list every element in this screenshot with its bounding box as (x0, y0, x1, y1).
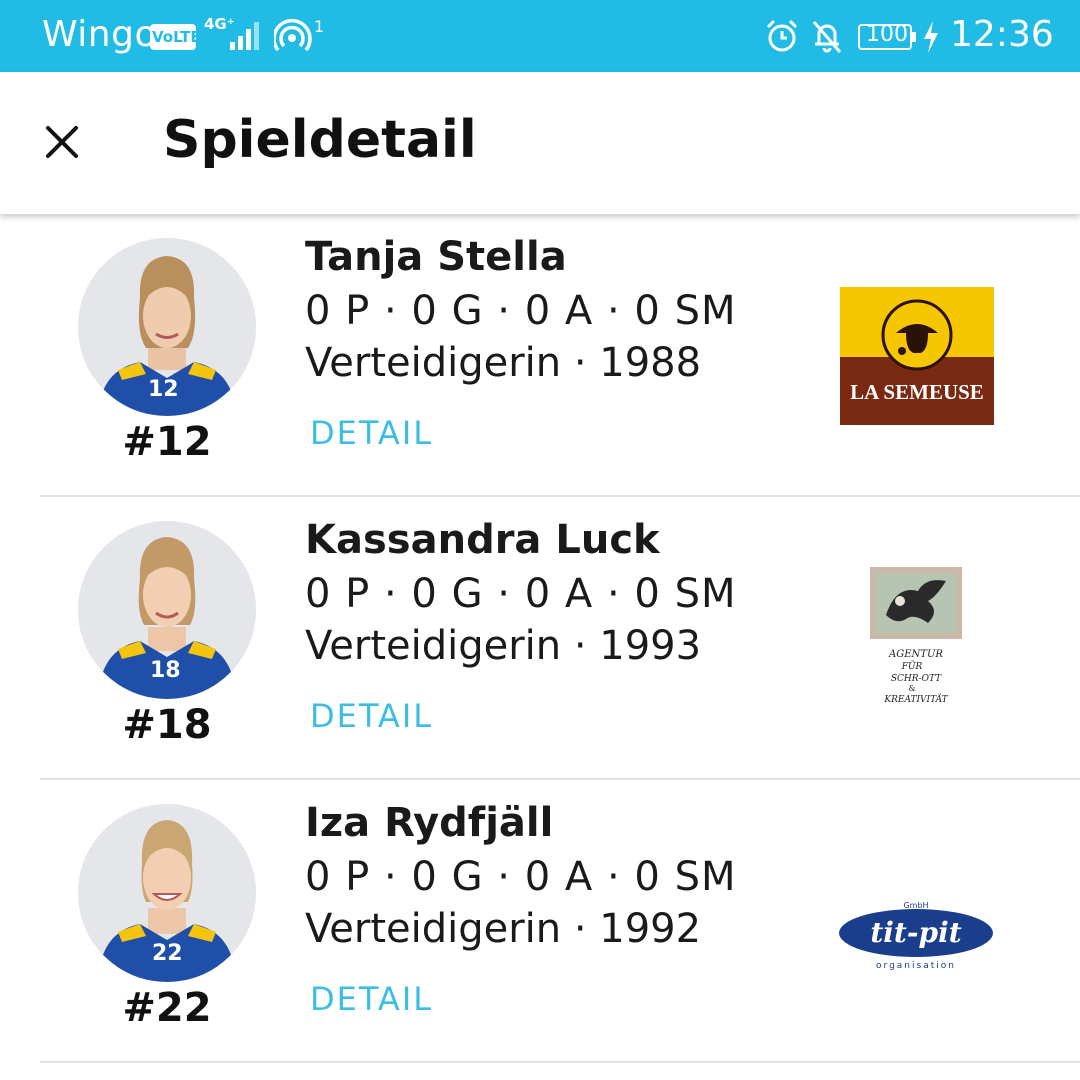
close-icon[interactable] (36, 116, 88, 168)
volte-icon: VoLTE (150, 24, 201, 50)
app-bar: Spieldetail (0, 72, 1080, 214)
close-button[interactable] (36, 116, 88, 168)
battery-level: 100 (866, 22, 908, 47)
jersey-number: #18 (122, 702, 212, 748)
jersey-number: #12 (122, 419, 212, 465)
player-avatar: 12 (78, 238, 256, 416)
player-row[interactable]: 12 #12 Tanja Stella 0 P · 0 G · 0 A · 0 … (0, 214, 1080, 497)
player-row[interactable]: 22 #22 Iza Rydfjäll 0 P · 0 G · 0 A · 0 … (0, 780, 1080, 1063)
player-stats: 0 P · 0 G · 0 A · 0 SM (305, 288, 737, 334)
detail-button[interactable]: DETAIL (310, 697, 433, 735)
player-name: Iza Rydfjäll (305, 800, 554, 846)
sponsor-line: KREATIVITÄT (883, 693, 948, 705)
sponsor-name: LA SEMEUSE (850, 380, 984, 404)
network-type-label: 4G⁺ (204, 15, 235, 33)
player-stats: 0 P · 0 G · 0 A · 0 SM (305, 854, 737, 900)
sponsor-logo-la-semeuse: LA SEMEUSE (840, 287, 994, 425)
hotspot-count: 1 (314, 18, 324, 36)
alarm-icon (766, 19, 798, 52)
jersey-number: #22 (122, 985, 212, 1031)
player-list: 12 #12 Tanja Stella 0 P · 0 G · 0 A · 0 … (0, 214, 1080, 1080)
sponsor-logo-tit-pit: GmbH tit-pit organisation (836, 898, 996, 972)
player-avatar: 18 (78, 521, 256, 699)
sponsor-line: SCHR-OTT (891, 674, 942, 684)
shirt-number: 18 (150, 658, 181, 683)
clock: 12:36 (950, 14, 1054, 55)
page-title: Spieldetail (163, 110, 477, 170)
detail-button[interactable]: DETAIL (310, 414, 433, 452)
signal-icon: 4G⁺ (204, 15, 259, 50)
sponsor-logo-agentur: AGENTUR FÜR SCHR-OTT & KREATIVITÄT (866, 567, 966, 707)
shirt-number: 12 (148, 377, 179, 402)
sponsor-line: AGENTUR (888, 649, 943, 660)
player-stats: 0 P · 0 G · 0 A · 0 SM (305, 571, 737, 617)
sponsor-top: GmbH (903, 901, 928, 910)
player-name: Kassandra Luck (305, 517, 660, 563)
sponsor-line: FÜR (901, 660, 923, 672)
detail-button[interactable]: DETAIL (310, 980, 433, 1018)
divider (40, 1061, 1080, 1063)
sponsor-bottom: organisation (876, 961, 956, 971)
carrier-name: Wingo (42, 14, 157, 55)
player-role: Verteidigerin · 1992 (305, 906, 702, 952)
hotspot-icon: 1 (274, 18, 324, 52)
player-name: Tanja Stella (305, 234, 567, 280)
status-bar: Wingo VoLTE 4G⁺ 1 100 12:36 (0, 0, 1080, 72)
player-row[interactable]: 18 #18 Kassandra Luck 0 P · 0 G · 0 A · … (0, 497, 1080, 780)
player-role: Verteidigerin · 1988 (305, 340, 702, 386)
shirt-number: 22 (152, 941, 183, 966)
player-role: Verteidigerin · 1993 (305, 623, 702, 669)
charging-icon (924, 21, 938, 53)
sponsor-name: tit-pit (870, 916, 961, 949)
player-avatar: 22 (78, 804, 256, 982)
sponsor-line: & (908, 684, 915, 693)
bell-off-icon (812, 21, 842, 53)
